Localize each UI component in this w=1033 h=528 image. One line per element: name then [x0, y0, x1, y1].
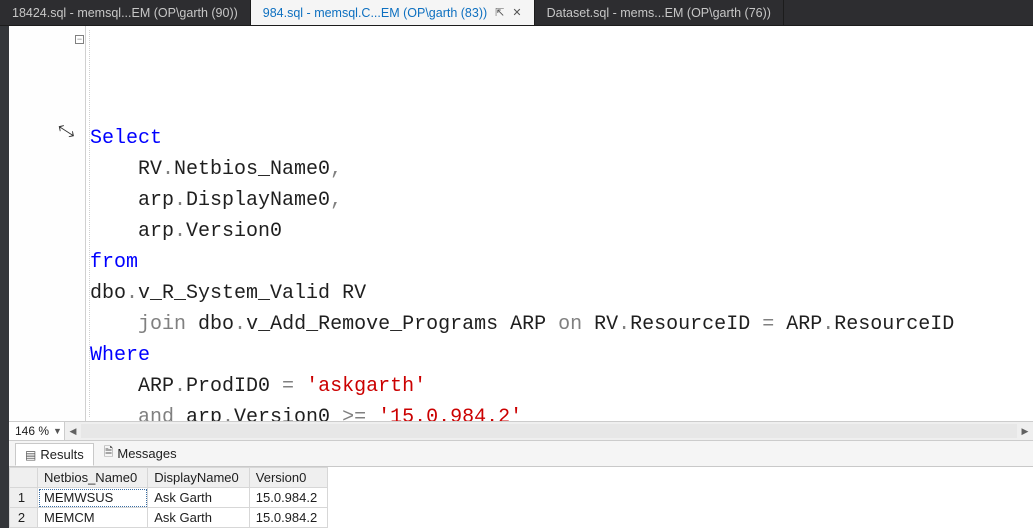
- editor-footer: 146 % ▼ ◀ ▶: [9, 421, 1033, 441]
- tab-18424[interactable]: 18424.sql - memsql...EM (OP\garth (90)): [0, 0, 251, 25]
- messages-icon: 🗎: [104, 443, 114, 464]
- document-tab-strip: 18424.sql - memsql...EM (OP\garth (90)) …: [0, 0, 1033, 26]
- tab-dataset[interactable]: Dataset.sql - mems...EM (OP\garth (76)): [535, 0, 784, 25]
- code-fold-toggle[interactable]: −: [75, 35, 84, 44]
- table-row[interactable]: 1MEMWSUSAsk Garth15.0.984.2: [10, 488, 328, 508]
- zoom-dropdown[interactable]: 146 % ▼: [9, 422, 65, 440]
- cursor-glyph-icon: ⤡: [57, 120, 75, 144]
- code-line: from: [90, 247, 1033, 278]
- tab-label: 984.sql - memsql.C...EM (OP\garth (83)): [263, 6, 487, 20]
- left-docked-pane: [0, 26, 9, 528]
- cell[interactable]: MEMWSUS: [38, 488, 148, 508]
- tab-results-label: Results: [40, 447, 83, 462]
- cell[interactable]: MEMCM: [38, 508, 148, 528]
- grid-icon: ▤: [25, 448, 36, 462]
- sql-editor: − ⤡ Select RV.Netbios_Name0, arp.Display…: [9, 26, 1033, 441]
- code-line: dbo.v_R_System_Valid RV: [90, 278, 1033, 309]
- tab-messages[interactable]: 🗎 Messages: [94, 439, 187, 468]
- editor-gutter: − ⤡: [9, 26, 85, 421]
- scroll-track[interactable]: [81, 424, 1017, 438]
- pin-icon[interactable]: ⇱: [495, 6, 504, 19]
- close-icon[interactable]: ✕: [512, 6, 521, 19]
- code-line: and arp.Version0 >= '15.0.984.2': [90, 402, 1033, 421]
- table-row[interactable]: 2MEMCMAsk Garth15.0.984.2: [10, 508, 328, 528]
- column-header[interactable]: Version0: [249, 468, 327, 488]
- scroll-left-icon[interactable]: ◀: [65, 422, 81, 440]
- column-header[interactable]: DisplayName0: [148, 468, 250, 488]
- cell[interactable]: Ask Garth: [148, 508, 250, 528]
- cell[interactable]: Ask Garth: [148, 488, 250, 508]
- code-line: join dbo.v_Add_Remove_Programs ARP on RV…: [90, 309, 1033, 340]
- code-line: ARP.ProdID0 = 'askgarth': [90, 371, 1033, 402]
- tab-label: 18424.sql - memsql...EM (OP\garth (90)): [12, 6, 238, 20]
- code-line: arp.Version0: [90, 216, 1033, 247]
- tab-messages-label: Messages: [117, 446, 176, 461]
- tab-results[interactable]: ▤ Results: [15, 443, 94, 466]
- scroll-right-icon[interactable]: ▶: [1017, 422, 1033, 440]
- results-grid: Netbios_Name0DisplayName0Version0 1MEMWS…: [9, 467, 1033, 528]
- code-line: RV.Netbios_Name0,: [90, 154, 1033, 185]
- cell[interactable]: 15.0.984.2: [249, 508, 327, 528]
- column-header[interactable]: Netbios_Name0: [38, 468, 148, 488]
- tab-984[interactable]: 984.sql - memsql.C...EM (OP\garth (83)) …: [251, 0, 535, 25]
- tab-label: Dataset.sql - mems...EM (OP\garth (76)): [547, 6, 771, 20]
- row-number[interactable]: 1: [10, 488, 38, 508]
- code-area[interactable]: Select RV.Netbios_Name0, arp.DisplayName…: [85, 26, 1033, 421]
- row-header-blank[interactable]: [10, 468, 38, 488]
- row-number[interactable]: 2: [10, 508, 38, 528]
- chevron-down-icon: ▼: [53, 426, 62, 436]
- code-line: Where: [90, 340, 1033, 371]
- results-tab-row: ▤ Results 🗎 Messages: [9, 441, 1033, 467]
- zoom-value: 146 %: [15, 424, 49, 438]
- code-line: arp.DisplayName0,: [90, 185, 1033, 216]
- code-line: Select: [90, 123, 1033, 154]
- cell[interactable]: 15.0.984.2: [249, 488, 327, 508]
- horizontal-scrollbar[interactable]: ◀ ▶: [65, 422, 1033, 440]
